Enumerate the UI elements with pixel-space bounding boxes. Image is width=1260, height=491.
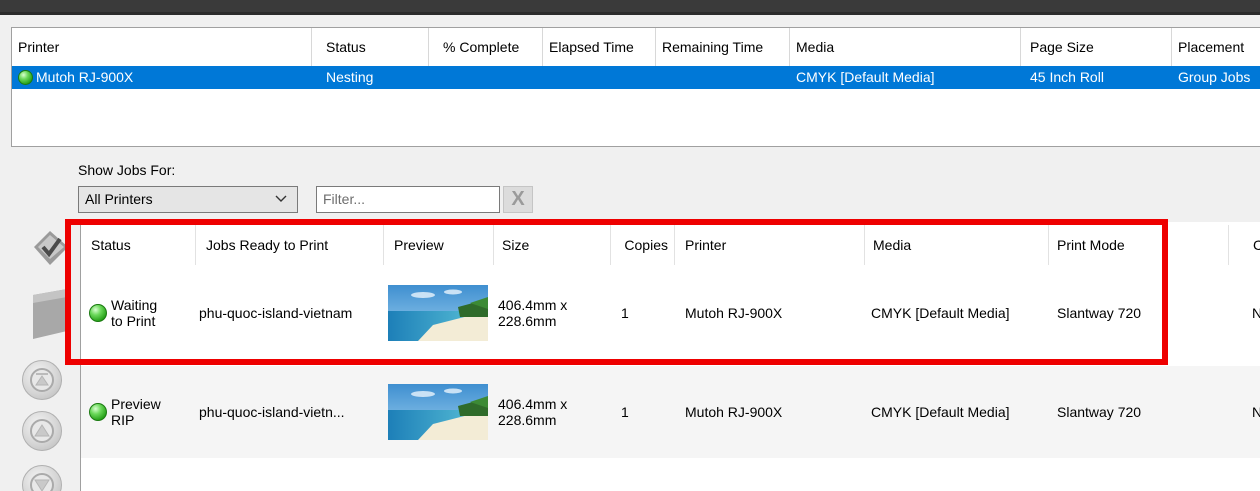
printer-placement: Group Jobs xyxy=(1178,69,1251,85)
show-jobs-label: Show Jobs For: xyxy=(78,162,176,178)
printer-queue-panel: Printer Status % Complete Elapsed Time R… xyxy=(11,27,1260,147)
highlight-annotation-box xyxy=(65,219,1168,365)
col-header-page-size[interactable]: Page Size xyxy=(1021,28,1172,66)
job-size: 406.4mm x 228.6mm xyxy=(498,396,568,428)
printer-page-size: 45 Inch Roll xyxy=(1030,69,1104,85)
move-down-icon xyxy=(34,479,50,491)
job-printer: Mutoh RJ-900X xyxy=(685,404,783,420)
printer-row-selected[interactable]: Mutoh RJ-900X Nesting CMYK [Default Medi… xyxy=(12,66,1260,89)
status-ok-icon xyxy=(89,403,107,421)
move-up-button[interactable] xyxy=(22,411,62,451)
beach-preview-image xyxy=(388,384,488,440)
col-header-printer[interactable]: Printer xyxy=(12,28,312,66)
printer-status: Nesting xyxy=(326,69,374,85)
dropdown-value: All Printers xyxy=(85,191,153,207)
job-preview-thumbnail[interactable] xyxy=(386,366,494,458)
filter-input[interactable]: Filter... xyxy=(316,186,500,213)
job-status-text: Preview RIP xyxy=(111,396,161,428)
printer-name-cell: Mutoh RJ-900X xyxy=(18,66,312,89)
job-row-2[interactable]: Preview RIP phu-quoc-island-vietn... 406… xyxy=(81,366,1260,458)
col-header-percent-complete[interactable]: % Complete xyxy=(429,28,543,66)
filter-placeholder: Filter... xyxy=(323,191,366,207)
job-media: CMYK [Default Media] xyxy=(871,404,1010,420)
chevron-down-icon xyxy=(275,187,287,212)
col-header-status[interactable]: Status xyxy=(312,28,429,66)
job-copies: 1 xyxy=(621,404,629,420)
job-extra: N xyxy=(1229,267,1260,359)
printer-media: CMYK [Default Media] xyxy=(796,69,935,85)
move-top-icon xyxy=(35,373,49,386)
col-header-remaining-time[interactable]: Remaining Time xyxy=(656,28,790,66)
move-up-icon xyxy=(34,424,50,437)
job-name: phu-quoc-island-vietn... xyxy=(199,404,345,420)
printer-table-header: Printer Status % Complete Elapsed Time R… xyxy=(12,28,1260,66)
col-header-placement[interactable]: Placement xyxy=(1172,28,1260,66)
col-header-elapsed-time[interactable]: Elapsed Time xyxy=(543,28,656,66)
printer-name: Mutoh RJ-900X xyxy=(36,69,134,85)
layout-icon[interactable] xyxy=(27,287,69,342)
title-bar xyxy=(0,0,1260,15)
status-ok-icon xyxy=(18,70,33,85)
move-top-button[interactable] xyxy=(22,360,62,400)
job-print-mode: Slantway 720 xyxy=(1057,404,1142,420)
col-header-extra[interactable]: C xyxy=(1229,225,1260,265)
job-status-cell: Preview RIP xyxy=(89,366,199,458)
move-down-button[interactable] xyxy=(22,465,62,491)
col-header-media[interactable]: Media xyxy=(790,28,1021,66)
clear-filter-button[interactable]: X xyxy=(503,186,533,213)
job-extra: N xyxy=(1229,366,1260,458)
printer-filter-dropdown[interactable]: All Printers xyxy=(78,186,298,213)
